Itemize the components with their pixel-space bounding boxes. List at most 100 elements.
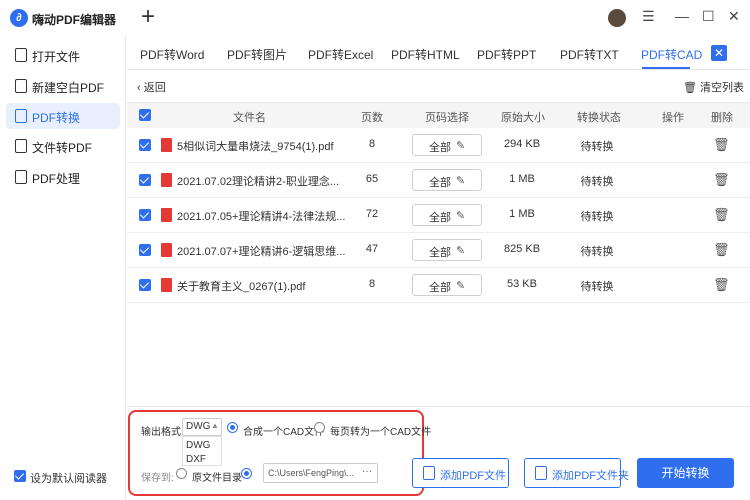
merge-cad-radio[interactable] bbox=[227, 422, 238, 433]
header-size: 原始大小 bbox=[501, 112, 545, 124]
header-pages: 页数 bbox=[361, 112, 383, 124]
sidebar-item-pdf-process[interactable]: PDF处理 bbox=[6, 164, 120, 190]
table-row: 2021.07.05+理论精讲4-法律法规... 72 全部 ✎ 1 MB 待转… bbox=[127, 198, 750, 233]
pdf-file-icon bbox=[161, 173, 172, 187]
header-page-select: 页码选择 bbox=[425, 112, 469, 124]
page-count: 8 bbox=[368, 138, 376, 150]
conversion-tabs: PDF转Word PDF转图片 PDF转Excel PDF转HTML PDF转P… bbox=[127, 36, 750, 70]
pdf-convert-icon bbox=[15, 109, 27, 123]
new-pdf-icon bbox=[15, 79, 27, 93]
convert-status: 待转换 bbox=[580, 281, 614, 293]
active-tab-indicator bbox=[642, 67, 690, 69]
start-convert-button[interactable]: 开始转换 bbox=[637, 458, 734, 488]
main-panel: PDF转Word PDF转图片 PDF转Excel PDF转HTML PDF转P… bbox=[127, 36, 750, 500]
sidebar-item-label: PDF转换 bbox=[32, 111, 81, 125]
pdf-file-icon bbox=[161, 278, 172, 292]
row-checkbox[interactable] bbox=[139, 244, 151, 256]
back-link[interactable]: ‹ 返回 bbox=[137, 79, 166, 95]
tab-pdf-to-word[interactable]: PDF转Word bbox=[140, 46, 204, 63]
tab-pdf-to-html[interactable]: PDF转HTML bbox=[391, 46, 460, 63]
add-pdf-folder-button[interactable]: 添加PDF文件夹 bbox=[524, 458, 629, 488]
clear-list-label: 清空列表 bbox=[700, 82, 745, 94]
row-checkbox[interactable] bbox=[139, 209, 151, 221]
add-pdf-file-button[interactable]: 添加PDF文件 bbox=[412, 458, 509, 488]
avatar[interactable] bbox=[608, 9, 626, 27]
per-page-cad-radio[interactable] bbox=[314, 422, 325, 433]
format-select[interactable]: DWG ▲ bbox=[182, 418, 222, 436]
open-file-icon bbox=[15, 48, 27, 62]
select-all-checkbox[interactable] bbox=[139, 109, 151, 121]
page-select-button[interactable]: 全部 ✎ bbox=[412, 274, 482, 296]
page-count: 65 bbox=[365, 173, 379, 185]
page-select-button[interactable]: 全部 ✎ bbox=[412, 239, 482, 261]
clear-list-button[interactable]: 🗑 清空列表 bbox=[683, 79, 744, 95]
file-name: 关于教育主义_0267(1).pdf bbox=[177, 281, 306, 293]
tab-pdf-to-txt[interactable]: PDF转TXT bbox=[560, 46, 619, 63]
delete-icon[interactable]: 🗑 bbox=[713, 242, 730, 258]
page-count: 72 bbox=[365, 208, 379, 220]
custom-dir-radio[interactable] bbox=[241, 468, 252, 479]
sidebar-item-pdf-convert[interactable]: PDF转换 bbox=[6, 103, 120, 129]
sidebar-item-file-to-pdf[interactable]: 文件转PDF bbox=[6, 133, 120, 159]
pdf-file-icon bbox=[161, 138, 172, 152]
default-reader-checkbox[interactable] bbox=[14, 470, 26, 482]
sidebar-item-label: 文件转PDF bbox=[32, 141, 93, 155]
format-option-dxf[interactable]: DXF bbox=[186, 454, 206, 465]
start-convert-label: 开始转换 bbox=[661, 466, 710, 480]
file-name: 2021.07.07+理论精讲6-逻辑思维... bbox=[177, 246, 346, 258]
sidebar-item-open-file[interactable]: 打开文件 bbox=[6, 42, 120, 68]
per-page-cad-label: 每页转为一个CAD文件 bbox=[330, 427, 432, 438]
maximize-button[interactable]: ☐ bbox=[702, 7, 715, 25]
delete-icon[interactable]: 🗑 bbox=[713, 172, 730, 188]
header-delete: 删除 bbox=[711, 112, 733, 124]
tab-pdf-to-excel[interactable]: PDF转Excel bbox=[308, 46, 373, 63]
menu-icon[interactable]: ☰ bbox=[642, 7, 655, 25]
add-pdf-folder-label: 添加PDF文件夹 bbox=[552, 470, 629, 482]
trash-icon: 🗑 bbox=[683, 82, 697, 94]
sidebar-item-new-pdf[interactable]: 新建空白PDF bbox=[6, 73, 120, 99]
output-format-label: 输出格式: bbox=[141, 427, 184, 438]
source-dir-label: 原文件目录 bbox=[192, 473, 242, 484]
source-dir-radio[interactable] bbox=[176, 468, 187, 479]
page-select-button[interactable]: 全部 ✎ bbox=[412, 169, 482, 191]
row-checkbox[interactable] bbox=[139, 139, 151, 151]
convert-status: 待转换 bbox=[580, 141, 614, 153]
pdf-file-icon bbox=[161, 243, 172, 257]
row-checkbox[interactable] bbox=[139, 279, 151, 291]
table-row: 2021.07.07+理论精讲6-逻辑思维... 47 全部 ✎ 825 KB … bbox=[127, 233, 750, 268]
add-pdf-file-label: 添加PDF文件 bbox=[440, 470, 506, 482]
page-select-button[interactable]: 全部 ✎ bbox=[412, 204, 482, 226]
close-icon[interactable]: ✕ bbox=[711, 45, 727, 61]
delete-icon[interactable]: 🗑 bbox=[713, 207, 730, 223]
delete-icon[interactable]: 🗑 bbox=[713, 137, 730, 153]
close-window-button[interactable]: ✕ bbox=[728, 7, 740, 25]
edit-icon: ✎ bbox=[456, 210, 466, 222]
format-option-dwg[interactable]: DWG bbox=[186, 440, 210, 451]
caret-up-icon: ▲ bbox=[211, 421, 219, 430]
tab-pdf-to-ppt[interactable]: PDF转PPT bbox=[477, 46, 536, 63]
minimize-button[interactable]: — bbox=[675, 7, 689, 25]
default-reader-option[interactable]: 设为默认阅读器 bbox=[14, 470, 107, 485]
format-select-value: DWG bbox=[186, 421, 211, 432]
more-icon[interactable]: ··· bbox=[362, 466, 372, 477]
row-checkbox[interactable] bbox=[139, 174, 151, 186]
file-size: 53 KB bbox=[507, 278, 537, 290]
file-name: 2021.07.02理论精讲2-职业理念... bbox=[177, 176, 340, 188]
pdf-file-icon bbox=[161, 208, 172, 222]
edit-icon: ✎ bbox=[456, 280, 466, 292]
file-size: 825 KB bbox=[503, 243, 541, 255]
page-select-button[interactable]: 全部 ✎ bbox=[412, 134, 482, 156]
sidebar-item-label: 新建空白PDF bbox=[32, 81, 105, 95]
app-title: 嗨动PDF编辑器 bbox=[32, 13, 117, 27]
file-size: 294 KB bbox=[503, 138, 541, 150]
add-tab-button[interactable]: + bbox=[141, 3, 155, 31]
convert-status: 待转换 bbox=[580, 176, 614, 188]
save-to-label: 保存到: bbox=[141, 473, 174, 484]
convert-status: 待转换 bbox=[580, 246, 614, 258]
file-to-pdf-icon bbox=[15, 139, 27, 153]
tab-pdf-to-cad[interactable]: PDF转CAD bbox=[641, 46, 702, 63]
edit-icon: ✎ bbox=[456, 245, 466, 257]
save-path-field[interactable]: C:\Users\FengPing\... ··· bbox=[263, 463, 378, 483]
delete-icon[interactable]: 🗑 bbox=[713, 277, 730, 293]
tab-pdf-to-image[interactable]: PDF转图片 bbox=[227, 46, 287, 63]
